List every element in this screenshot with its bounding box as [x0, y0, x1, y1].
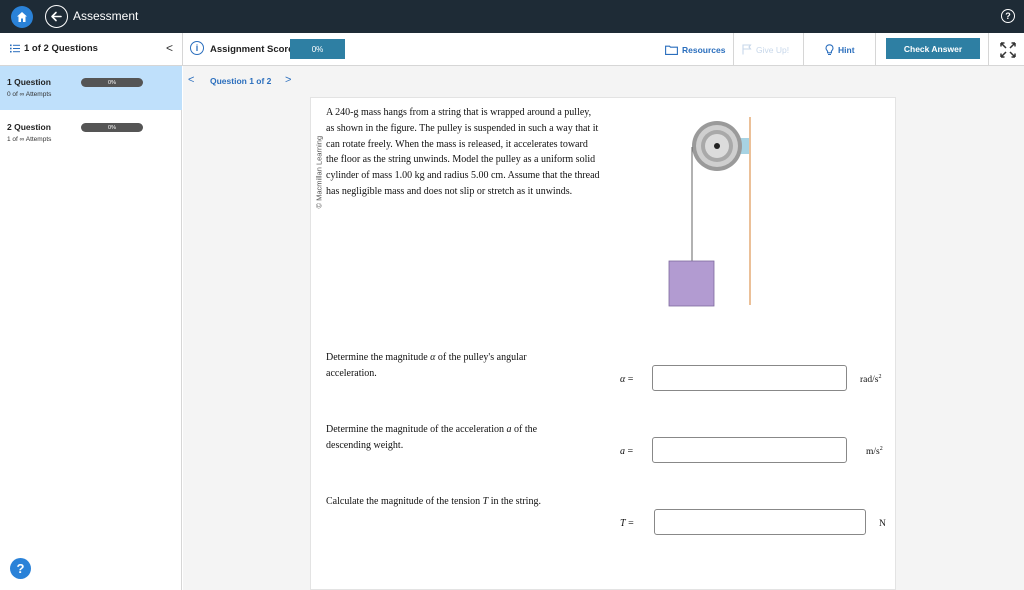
alpha-answer-input[interactable]	[652, 365, 847, 391]
part-2-unit: m/s2	[866, 446, 883, 458]
acceleration-answer-input[interactable]	[652, 437, 847, 463]
info-icon[interactable]: i	[190, 41, 204, 55]
part-3-prompt: Calculate the magnitude of the tension T…	[326, 496, 541, 507]
part-1-unit: rad/s2	[860, 374, 882, 386]
give-up-button[interactable]: Give Up!	[742, 33, 789, 66]
top-bar: Assessment ?	[0, 0, 1024, 33]
pulley-figure	[668, 117, 751, 307]
sidebar-item-question-1[interactable]: 1 Question 0 of ∞ Attempts 0%	[0, 66, 182, 110]
lightbulb-icon	[825, 43, 834, 55]
score-badge: 0%	[81, 123, 143, 132]
give-up-label: Give Up!	[756, 44, 790, 55]
question-count[interactable]: 1 of 2 Questions	[10, 43, 98, 54]
help-icon[interactable]: ?	[1001, 9, 1015, 23]
sidebar-item-question-2[interactable]: 2 Question 1 of ∞ Attempts 0%	[0, 111, 182, 155]
home-button[interactable]	[11, 6, 33, 28]
sidebar-item-title: 2 Question	[7, 122, 51, 132]
list-icon	[10, 44, 20, 53]
sidebar-item-title: 1 Question	[7, 77, 51, 87]
tension-answer-input[interactable]	[654, 509, 866, 535]
resources-label: Resources	[682, 44, 726, 55]
sidebar-item-attempts: 0 of ∞ Attempts	[7, 91, 52, 98]
question-count-label: 1 of 2 Questions	[24, 43, 98, 54]
credit-text: © Macmillan Learning	[314, 135, 324, 209]
toolbar: 1 of 2 Questions < i Assignment Score: 0…	[0, 33, 1024, 66]
previous-question-button[interactable]: <	[188, 74, 194, 86]
divider	[875, 33, 876, 66]
score-value: 0%	[290, 39, 345, 59]
pulley-axle	[714, 143, 720, 149]
divider	[803, 33, 804, 66]
next-question-button[interactable]: >	[285, 74, 291, 86]
part-3-unit: N	[879, 519, 886, 530]
part-3-variable: T =	[620, 518, 634, 529]
folder-icon	[665, 45, 678, 55]
hint-label: Hint	[838, 44, 855, 55]
divider	[182, 33, 183, 66]
sidebar: 1 Question 0 of ∞ Attempts 0% 2 Question…	[0, 66, 182, 590]
part-1-prompt: Determine the magnitude α of the pulley'…	[326, 352, 527, 379]
hint-button[interactable]: Hint	[825, 33, 855, 66]
help-button[interactable]: ?	[10, 558, 31, 579]
part-2-variable: a =	[620, 446, 634, 457]
score-badge: 0%	[81, 78, 143, 87]
back-button[interactable]	[45, 5, 68, 28]
hanging-mass	[668, 260, 715, 307]
divider	[733, 33, 734, 66]
question-label: Question 1 of 2	[210, 76, 272, 86]
score-label: Assignment Score:	[210, 44, 297, 55]
problem-statement: A 240-g mass hangs from a string that is…	[326, 107, 600, 197]
resources-button[interactable]: Resources	[665, 33, 725, 66]
check-answer-button[interactable]: Check Answer	[886, 38, 980, 59]
expand-icon[interactable]	[1000, 42, 1016, 58]
copyright-credit: © Macmillan Learning	[313, 110, 324, 210]
back-arrow-icon	[51, 11, 62, 22]
divider	[988, 33, 989, 66]
flag-icon	[742, 44, 752, 55]
part-1-variable: α =	[620, 374, 634, 385]
home-icon	[17, 12, 27, 22]
collapse-sidebar-button[interactable]: <	[166, 41, 173, 55]
sidebar-item-attempts: 1 of ∞ Attempts	[7, 136, 52, 143]
app-title: Assessment	[73, 9, 139, 23]
main-content: < Question 1 of 2 > © Macmillan Learning…	[183, 66, 1024, 590]
question-nav: < Question 1 of 2 >	[183, 66, 1024, 94]
part-2-prompt: Determine the magnitude of the accelerat…	[326, 424, 538, 451]
question-card: © Macmillan Learning A 240-g mass hangs …	[310, 97, 896, 590]
